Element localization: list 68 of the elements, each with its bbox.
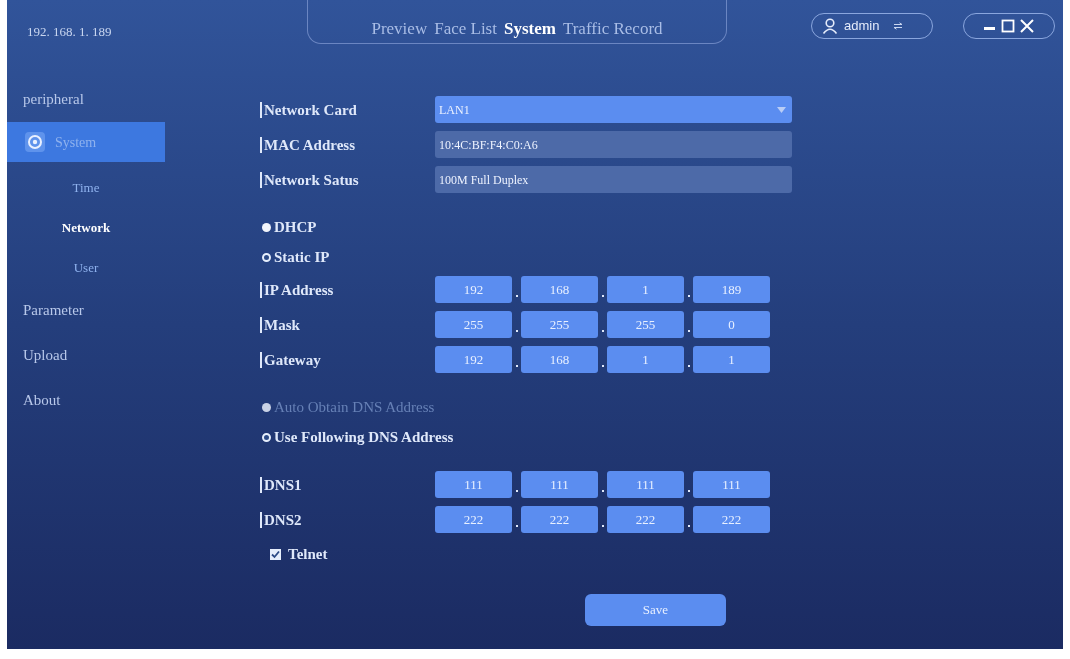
user-icon: [822, 18, 838, 34]
dot-separator-icon: [601, 365, 604, 367]
sidebar-item[interactable]: Upload: [7, 333, 165, 378]
save-button[interactable]: Save: [585, 594, 726, 626]
system-icon: [25, 132, 45, 152]
radio-label: Auto Obtain DNS Address: [274, 397, 435, 417]
octet-field[interactable]: 111: [435, 471, 512, 498]
dot-separator-icon: [601, 490, 604, 492]
dot-separator-icon: [687, 295, 690, 297]
octet-field[interactable]: 168: [521, 276, 598, 303]
dot-separator-icon: [601, 330, 604, 332]
checkbox-label: Telnet: [288, 545, 328, 565]
dot-separator-icon: [515, 525, 518, 527]
dot-separator-icon: [601, 295, 604, 297]
sidebar-item[interactable]: peripheral: [7, 77, 165, 122]
radio-label: Static IP: [274, 247, 330, 267]
dot-separator-icon: [687, 365, 690, 367]
text-field[interactable]: 10:4C:BF:F4:C0:A6: [435, 131, 792, 158]
octet-field[interactable]: 1: [693, 346, 770, 373]
octet-field[interactable]: 255: [435, 311, 512, 338]
octet-field[interactable]: 168: [521, 346, 598, 373]
radio-label: DHCP: [274, 217, 317, 237]
nav-tab[interactable]: Preview: [371, 16, 428, 48]
octet-field[interactable]: 111: [693, 471, 770, 498]
sidebar-subitem[interactable]: User: [7, 248, 165, 288]
dot-separator-icon: [515, 330, 518, 332]
maximize-icon[interactable]: [1001, 19, 1015, 33]
octet-field[interactable]: 255: [521, 311, 598, 338]
octet-field[interactable]: 111: [607, 471, 684, 498]
radio-label: Use Following DNS Address: [274, 427, 454, 447]
nav-tab[interactable]: Face List: [434, 16, 497, 48]
dot-separator-icon: [515, 490, 518, 492]
dot-separator-icon: [515, 365, 518, 367]
nav-tab[interactable]: Traffic Record: [562, 16, 663, 48]
sidebar-item[interactable]: About: [7, 378, 165, 423]
octet-field[interactable]: 0: [693, 311, 770, 338]
nav-tab[interactable]: System: [503, 16, 556, 46]
sidebar-item[interactable]: Parameter: [7, 288, 165, 333]
caret-icon: [777, 106, 786, 113]
octet-field[interactable]: 111: [521, 471, 598, 498]
switch-icon: [893, 22, 904, 30]
dot-separator-icon: [687, 525, 690, 527]
dot-separator-icon: [515, 295, 518, 297]
radio-button[interactable]: [262, 432, 271, 442]
username-text: admin: [844, 17, 880, 36]
octet-field[interactable]: 255: [607, 311, 684, 338]
dot-separator-icon: [687, 330, 690, 332]
close-icon[interactable]: [1019, 18, 1035, 34]
dot-separator-icon: [601, 525, 604, 527]
radio-button[interactable]: [262, 252, 271, 262]
sidebar-subitem[interactable]: Time: [7, 168, 165, 208]
sidebar-subitem[interactable]: Network: [7, 208, 165, 248]
dropdown[interactable]: LAN1: [435, 96, 792, 123]
text-field[interactable]: 100M Full Duplex: [435, 166, 792, 193]
octet-field[interactable]: 222: [693, 506, 770, 533]
octet-field[interactable]: 222: [607, 506, 684, 533]
dot-separator-icon: [687, 490, 690, 492]
octet-field[interactable]: 222: [435, 506, 512, 533]
octet-field[interactable]: 1: [607, 276, 684, 303]
radio-button[interactable]: [262, 222, 271, 232]
octet-field[interactable]: 189: [693, 276, 770, 303]
checkbox[interactable]: [270, 549, 281, 560]
octet-field[interactable]: 222: [521, 506, 598, 533]
octet-field[interactable]: 192: [435, 276, 512, 303]
octet-field[interactable]: 192: [435, 346, 512, 373]
sidebar-item[interactable]: System: [7, 122, 165, 162]
octet-field[interactable]: 1: [607, 346, 684, 373]
ip-address-text: 192. 168. 1. 189: [27, 24, 112, 39]
